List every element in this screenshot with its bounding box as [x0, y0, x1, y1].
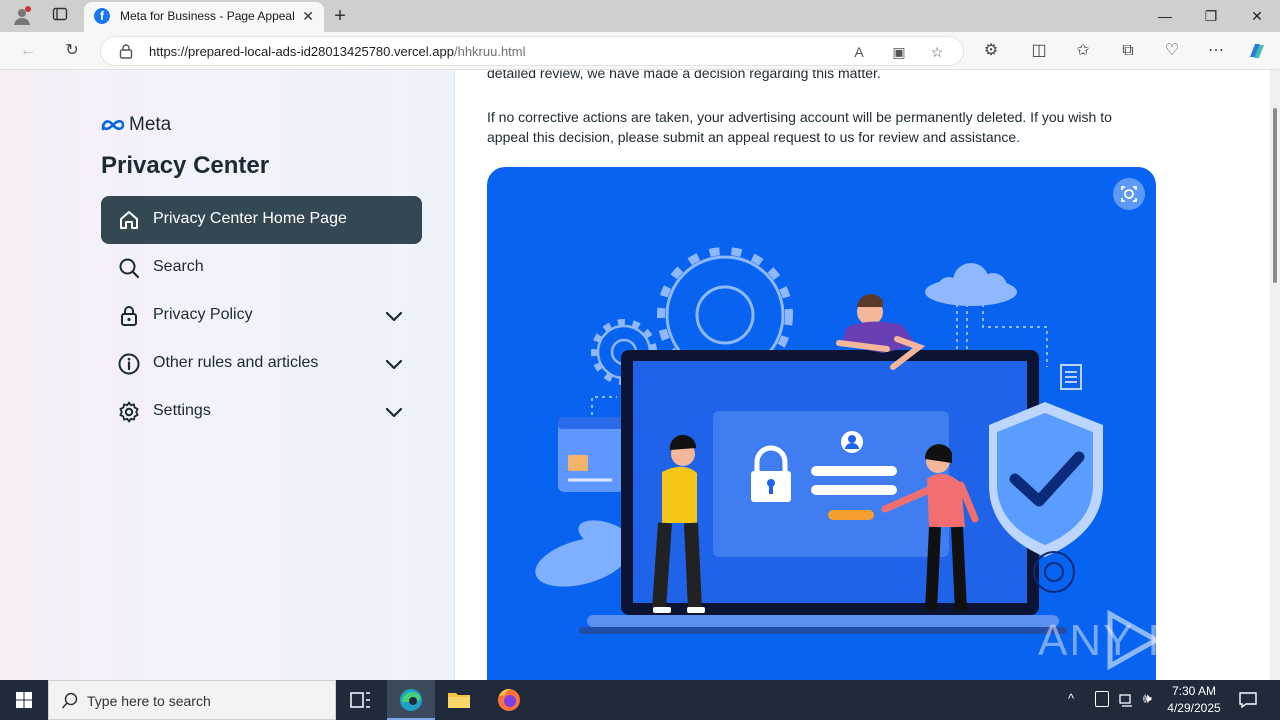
edge-browser-icon	[400, 689, 422, 711]
page-title: Privacy Center	[101, 152, 270, 179]
url-text: https://prepared-local-ads-id28013425780…	[149, 44, 526, 59]
taskbar-search-placeholder: Type here to search	[87, 693, 211, 709]
meet-now-icon[interactable]	[1095, 691, 1109, 707]
firefox-taskbar-button[interactable]	[485, 680, 533, 720]
collections-icon[interactable]: ⧉	[1117, 40, 1139, 62]
tab-title: Meta for Business - Page Appeal	[120, 9, 295, 23]
extensions-icon[interactable]: ⚙	[980, 40, 1002, 62]
browser-tab-active[interactable]: f Meta for Business - Page Appeal ✕	[84, 2, 324, 32]
volume-icon[interactable]: 🕪	[1143, 690, 1152, 707]
browser-tab-strip: f Meta for Business - Page Appeal ✕ + — …	[0, 0, 1280, 32]
start-button[interactable]	[0, 680, 48, 720]
privacy-sidebar: Meta Privacy Center Privacy Center Home …	[0, 70, 455, 680]
notifications-icon[interactable]	[1238, 690, 1258, 715]
visual-search-icon	[1121, 186, 1137, 202]
sidebar-item-privacy-policy[interactable]: Privacy Policy	[101, 292, 422, 340]
file-explorer-button[interactable]	[435, 680, 483, 720]
minimize-window-button[interactable]: —	[1142, 4, 1188, 28]
chevron-down-icon[interactable]	[384, 306, 404, 326]
sidebar-item-other-rules[interactable]: Other rules and articles	[101, 340, 422, 388]
taskbar-clock[interactable]: 7:30 AM 4/29/2025	[1160, 683, 1228, 717]
sidebar-item-home[interactable]: Privacy Center Home Page	[101, 196, 422, 244]
sidebar-item-search[interactable]: Search	[101, 244, 422, 292]
task-view-icon	[350, 692, 370, 708]
windows-logo-icon	[16, 692, 32, 708]
sidebar-item-settings[interactable]: Settings	[101, 388, 422, 436]
close-tab-icon[interactable]: ✕	[302, 8, 314, 25]
cloud-icon	[925, 263, 1017, 306]
browser-toolbar: ← ↻ https://prepared-local-ads-id2801342…	[0, 32, 1280, 70]
show-hidden-icons-chevron-icon[interactable]: ^	[1068, 691, 1074, 706]
sidebar-item-label: Privacy Policy	[153, 306, 253, 323]
url-path: /hhkruu.html	[453, 44, 526, 59]
browser-essentials-icon[interactable]: ♡	[1161, 40, 1183, 62]
document-icon	[1060, 364, 1082, 390]
partial-paragraph-line: detailed review, we have made a decision…	[487, 70, 881, 81]
favorites-icon[interactable]: ✩	[1072, 40, 1094, 62]
firefox-icon	[498, 688, 520, 711]
edge-taskbar-button[interactable]	[387, 680, 435, 720]
tab-actions-icon[interactable]	[50, 6, 70, 26]
windows-taskbar: Type here to search ^ 🕪 7:30 AM 4/29/202…	[0, 680, 1280, 720]
clock-date: 4/29/2025	[1167, 701, 1221, 715]
copilot-icon[interactable]	[1246, 40, 1268, 62]
lock-icon	[121, 306, 137, 326]
restore-window-button[interactable]: ❐	[1188, 4, 1234, 28]
security-illustration	[487, 167, 1156, 680]
login-panel-graphic	[713, 411, 949, 557]
watermark-text: ANY RUN	[1038, 616, 1250, 665]
more-options-icon[interactable]: ⋯	[1205, 40, 1227, 62]
meta-logo-text: Meta	[129, 114, 172, 135]
home-icon	[120, 211, 138, 229]
favorite-star-icon[interactable]: ☆	[927, 42, 947, 62]
taskbar-search-box[interactable]: Type here to search	[48, 680, 336, 720]
sidebar-item-label: Search	[153, 258, 204, 275]
sidebar-item-label: Privacy Center Home Page	[153, 210, 347, 227]
profile-icon[interactable]	[12, 6, 32, 26]
folder-icon	[448, 693, 470, 708]
gear-decoration-bottom	[1033, 551, 1075, 593]
anyrun-watermark: ANY RUN	[1038, 609, 1250, 671]
address-bar[interactable]: https://prepared-local-ads-id28013425780…	[100, 36, 964, 66]
read-aloud-icon[interactable]: A	[849, 42, 869, 62]
appeal-paragraph-line-2: appeal this decision, please submit an a…	[487, 129, 1021, 145]
facebook-favicon-icon: f	[94, 8, 110, 24]
clock-time: 7:30 AM	[1171, 684, 1217, 698]
immersive-reader-icon[interactable]: ▣	[889, 42, 909, 62]
network-icon[interactable]	[1119, 692, 1135, 713]
page-scrollbar[interactable]	[1270, 70, 1280, 680]
chevron-down-icon[interactable]	[384, 354, 404, 374]
scrollbar-thumb[interactable]	[1273, 108, 1277, 283]
back-icon[interactable]: ←	[17, 40, 39, 62]
sidebar-item-label: Other rules and articles	[153, 354, 319, 371]
refresh-icon[interactable]: ↻	[61, 40, 83, 62]
sidebar-item-label: Settings	[153, 402, 211, 419]
meta-logo[interactable]: Meta	[101, 114, 171, 136]
web-page: Meta Privacy Center Privacy Center Home …	[0, 70, 1270, 680]
meta-infinity-icon	[101, 119, 125, 131]
close-window-button[interactable]: ✕	[1234, 4, 1280, 28]
visual-search-button[interactable]	[1113, 178, 1145, 210]
split-screen-icon[interactable]: ◫	[1028, 40, 1050, 62]
appeal-paragraph-line-1: If no corrective actions are taken, your…	[487, 109, 1112, 125]
search-icon	[119, 258, 140, 279]
info-icon	[118, 353, 140, 375]
new-tab-icon[interactable]: +	[330, 6, 350, 26]
credit-card-graphic	[558, 417, 624, 492]
url-host: https://prepared-local-ads-id28013425780…	[149, 44, 454, 59]
gear-icon	[119, 401, 139, 423]
chevron-down-icon[interactable]	[384, 402, 404, 422]
site-info-lock-icon[interactable]	[119, 43, 133, 59]
search-icon	[61, 692, 78, 709]
task-view-button[interactable]	[336, 680, 384, 720]
main-content: detailed review, we have made a decision…	[455, 70, 1270, 680]
